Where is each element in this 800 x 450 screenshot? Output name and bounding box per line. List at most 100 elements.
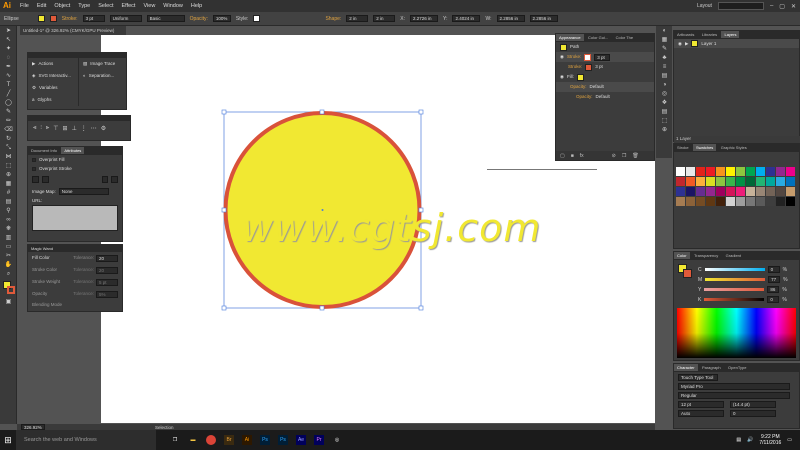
tab-color[interactable]: Color [674,252,690,259]
handle-top-right[interactable] [418,109,424,115]
stroke-weight-row[interactable]: Stroke Weight Tolerance: 5 pt [28,276,122,288]
screen-mode-icon[interactable]: ▣ [2,298,15,306]
gradient-panel-icon[interactable]: ▤ [658,72,671,80]
stroke-color-tolerance[interactable]: 20 [96,266,118,274]
handle-left[interactable] [221,207,227,213]
perspective-grid-tool-icon[interactable]: ▦ [2,180,15,188]
tab-layers[interactable]: Layers [721,31,740,38]
swatch-chip[interactable] [756,197,765,206]
font-style-select[interactable]: Regular [678,392,790,399]
task-view-icon[interactable]: ❐ [170,435,180,445]
workspace-switcher[interactable]: Layout [697,3,712,9]
photoshop-taskbar-icon[interactable]: Ps [260,435,270,445]
fill-color-row[interactable]: Fill Color Tolerance: 20 [28,252,122,264]
swatch-chip[interactable] [776,197,785,206]
leading-field[interactable]: (14.4 pt) [730,401,776,408]
panel-separations[interactable]: ◐ Separation... [79,70,126,82]
tab-attributes[interactable]: Attributes [61,147,85,154]
swatch-chip[interactable] [786,167,795,176]
add-stroke-icon[interactable]: ▢ [560,153,565,159]
align-left-icon[interactable]: ⫷ [33,125,36,132]
swatch-chip[interactable] [766,187,775,196]
align-middle-icon[interactable]: ⊞ [63,125,68,132]
zoom-tool-icon[interactable]: ⌕ [2,270,15,278]
swatch-chip[interactable] [786,177,795,186]
menu-edit[interactable]: Edit [37,3,46,9]
menu-help[interactable]: Help [191,3,202,9]
ellipse-tool-icon[interactable]: ◯ [2,99,15,107]
attr-btn-3[interactable] [101,176,109,183]
stroke-weight-field[interactable]: 3 pt [82,15,105,22]
swatch-chip[interactable] [746,187,755,196]
stroke-color-row[interactable]: Stroke Color Tolerance: 20 [28,264,122,276]
opacity-field[interactable]: 100% [212,15,231,22]
swatch-chip[interactable] [676,197,685,206]
swatch-chip[interactable] [716,177,725,186]
direct-selection-tool-icon[interactable]: ↖ [2,36,15,44]
volume-icon[interactable]: 🔊 [747,437,753,443]
align-top-icon[interactable]: ⊤ [53,125,58,132]
tab-gradient[interactable]: Gradient [723,252,744,259]
fill-color-tolerance[interactable]: 20 [96,254,118,262]
fill-stroke-widget[interactable] [2,280,15,296]
swatch-chip[interactable] [716,197,725,206]
appearance-panel-icon[interactable]: ◎ [658,90,671,98]
bridge-icon[interactable]: Br [224,435,234,445]
k-field[interactable]: 0 [767,296,780,303]
m-slider[interactable] [705,278,766,281]
eyedropper-tool-icon[interactable]: ⚲ [2,207,15,215]
menu-object[interactable]: Object [54,3,70,9]
swatch-chip[interactable] [736,197,745,206]
menu-window[interactable]: Window [163,3,183,9]
swatch-chip[interactable] [766,167,775,176]
stroke-label[interactable]: Stroke: [62,16,78,22]
after-effects-icon[interactable]: Ae [296,435,306,445]
m-field[interactable]: 77 [768,276,781,283]
align-bottom-icon[interactable]: ⊥ [72,125,77,132]
panel-glyphs[interactable]: a Glyphs [28,94,78,106]
touch-type-tool-button[interactable]: Touch Type Tool [678,374,718,381]
align-center-icon[interactable]: ⫶ [40,125,42,132]
column-graph-tool-icon[interactable]: ▥ [2,234,15,242]
swatch-chip[interactable] [686,187,695,196]
menu-view[interactable]: View [143,3,155,9]
panel-variables[interactable]: ⚙ Variables [28,82,78,94]
swatch-chip[interactable] [726,187,735,196]
current-tool-status[interactable]: Selection [155,425,174,430]
swatch-chip[interactable] [696,177,705,186]
taskbar-search-input[interactable]: Search the web and Windows [16,430,156,450]
swatch-chip[interactable] [686,167,695,176]
selection-tool-icon[interactable]: ➤ [2,27,15,35]
transparency-panel-icon[interactable]: ◑ [658,81,671,89]
handle-bottom-left[interactable] [221,305,227,311]
swatch-chip[interactable] [716,167,725,176]
opacity-tolerance[interactable]: 5% [96,290,118,298]
chrome-icon[interactable] [206,435,216,445]
tracking-field[interactable]: 0 [730,410,776,417]
fill-swatch[interactable] [37,15,45,22]
menu-file[interactable]: File [20,3,29,9]
lasso-tool-icon[interactable]: ◌ [2,54,15,62]
swatch-chip[interactable] [706,187,715,196]
line-tool-icon[interactable]: ╱ [2,90,15,98]
color-stroke-box[interactable] [683,269,692,278]
width-tool-icon[interactable]: ⋈ [2,153,15,161]
distribute-h-icon[interactable]: ⋯ [91,125,97,132]
variable-width-profile[interactable]: Uniform [109,15,142,22]
swatch-chip[interactable] [746,167,755,176]
handle-top[interactable] [319,109,325,115]
illustrator-taskbar-icon[interactable]: Ai [242,435,252,445]
tab-stroke[interactable]: Stroke [674,144,692,151]
stroke-color-box[interactable] [7,286,15,294]
scale-tool-icon[interactable]: ⤡ [2,144,15,152]
free-transform-tool-icon[interactable]: ⬚ [2,162,15,170]
swatch-chip[interactable] [766,197,775,206]
tab-character[interactable]: Character [674,364,698,371]
attr-btn-4[interactable] [111,176,118,183]
pen-tool-icon[interactable]: ✒ [2,63,15,71]
delete-item-icon[interactable]: 🗑 [632,153,638,159]
k-slider[interactable] [704,298,765,301]
fill-swatch-appearance[interactable] [576,73,584,81]
x-field[interactable]: 2.2726 in [410,15,439,22]
stroke-weight-tolerance[interactable]: 5 pt [96,278,118,286]
